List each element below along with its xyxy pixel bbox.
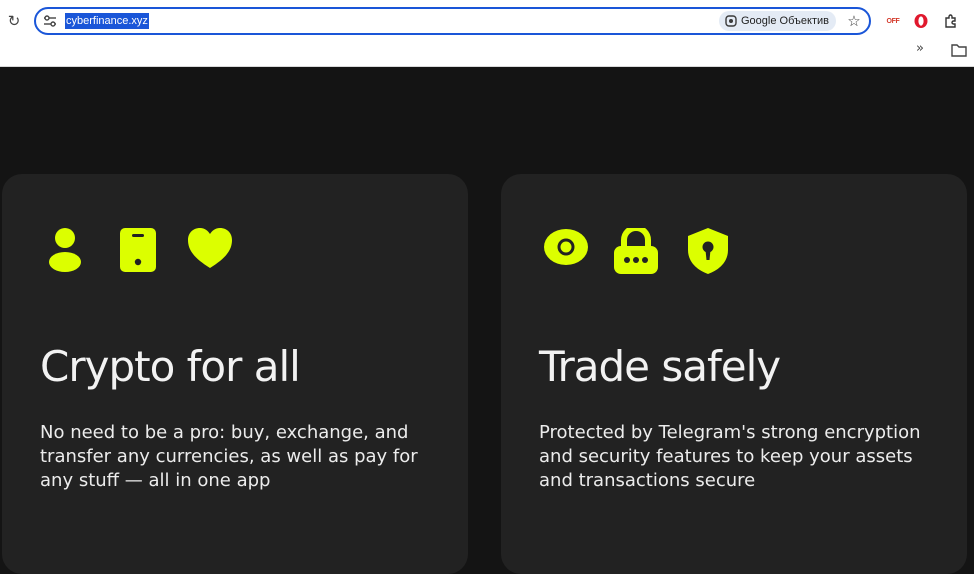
eye-icon <box>544 229 588 265</box>
page-content: Crypto for all No need to be a pro: buy,… <box>0 67 974 574</box>
more-bookmarks-icon[interactable]: » <box>912 41 928 57</box>
puzzle-icon <box>945 14 956 28</box>
opera-extension-icon[interactable] <box>911 11 931 31</box>
lens-icon <box>725 15 737 27</box>
lens-label: Google Объектив <box>741 15 829 27</box>
card-description: Protected by Telegram's strong encryptio… <box>539 422 921 491</box>
extensions-puzzle-icon[interactable] <box>941 11 961 31</box>
lock-icon <box>614 228 658 274</box>
bookmark-star-icon[interactable]: ☆ <box>844 11 864 31</box>
vpn-badge: OFF <box>886 17 900 25</box>
google-lens-button[interactable]: Google Объектив <box>719 11 836 31</box>
heart-icon <box>188 228 232 268</box>
card-title: Trade safely <box>539 342 781 391</box>
user-icon <box>49 228 81 272</box>
opera-logo-icon <box>914 14 928 28</box>
vpn-extension-icon[interactable]: OFF <box>883 11 903 31</box>
url-text[interactable]: cyberfinance.xyz <box>65 13 149 29</box>
phone-icon <box>120 228 156 272</box>
site-settings-icon[interactable] <box>43 14 57 28</box>
bookmark-folder-icon[interactable] <box>951 43 967 57</box>
reload-icon[interactable]: ↻ <box>5 12 23 30</box>
card-description: No need to be a pro: buy, exchange, and … <box>40 422 418 491</box>
shield-keyhole-icon <box>688 228 728 274</box>
feature-card-crypto: Crypto for all No need to be a pro: buy,… <box>2 174 468 574</box>
feature-card-safety: Trade safely Protected by Telegram's str… <box>501 174 967 574</box>
address-bar[interactable]: cyberfinance.xyz Google Объектив ☆ <box>34 7 871 35</box>
card-title: Crypto for all <box>40 342 301 391</box>
browser-toolbar: ↻ cyberfinance.xyz Google Объектив ☆ OFF <box>0 0 974 67</box>
